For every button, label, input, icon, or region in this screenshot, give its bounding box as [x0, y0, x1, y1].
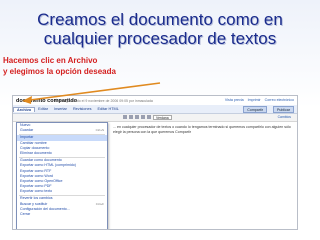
redo-icon[interactable]: [129, 115, 133, 119]
top-links: Vista previa Imprimir Correo electrónico: [225, 98, 294, 102]
file-menu-item-shortcut: Ctrl+S: [95, 128, 104, 133]
file-menu-item-label: Guardar: [20, 128, 34, 133]
menu-insertar[interactable]: Insertar: [51, 107, 70, 111]
instruction-line1: Hacemos clic en Archivo: [3, 56, 98, 65]
save-status: Último guardado el 9 noviembre de 2006 0…: [55, 99, 153, 103]
slide-title-line2: cualquier procesador de textos: [43, 29, 277, 48]
font-select[interactable]: Verdana: [153, 115, 172, 120]
file-menu-item-label: Exportar como texto: [20, 189, 53, 194]
file-menu-item-shortcut: Ctrl+F: [95, 201, 104, 206]
changes-link[interactable]: Cambios: [278, 115, 291, 119]
share-button[interactable]: Compartir: [243, 106, 267, 113]
preview-link[interactable]: Vista previa: [225, 98, 244, 102]
email-link[interactable]: Correo electrónico: [265, 98, 294, 102]
file-menu-dropdown: Nuevo Guardar Ctrl+S Importar Cambiar nombre…: [16, 122, 108, 229]
menu-editar-html[interactable]: Editar HTML: [95, 107, 122, 111]
format-toolbar: Verdana Cambios: [13, 114, 297, 122]
document-body[interactable]: ... en cualquier procesador de textos o …: [113, 125, 293, 135]
file-menu-item[interactable]: Eliminar documento: [17, 151, 107, 156]
file-menu-item[interactable]: Exportar como texto: [17, 189, 107, 194]
publish-button[interactable]: Publicar: [273, 106, 294, 113]
undo-icon[interactable]: [123, 115, 127, 119]
underline-icon[interactable]: [147, 115, 151, 119]
toolbar-icons: [123, 115, 151, 119]
file-menu-item-label: Eliminar documento: [20, 150, 52, 155]
bold-icon[interactable]: [135, 115, 139, 119]
file-menu-item-label: Cerrar: [20, 212, 31, 216]
slide-title-line1: Creamos el documento como en: [37, 10, 283, 29]
print-link[interactable]: Imprimir: [248, 98, 261, 102]
menu-archivo[interactable]: Archivo: [13, 106, 36, 112]
app-screenshot: documento compartido Último guardado el …: [12, 95, 298, 230]
instruction-line2: y elegimos la opción deseada: [3, 67, 116, 76]
slide-title: Creamos el documento como en cualquier p…: [4, 10, 316, 48]
instruction-text: Hacemos clic en Archivo y elegimos la op…: [3, 55, 116, 77]
menu-editar[interactable]: Editar: [35, 107, 51, 111]
file-menu-item[interactable]: Guardar Ctrl+S: [17, 128, 107, 133]
file-menu-item[interactable]: Cerrar: [17, 212, 107, 217]
italic-icon[interactable]: [141, 115, 145, 119]
menu-revisiones[interactable]: Revisiones: [70, 107, 95, 111]
menu-bar: Archivo Editar Insertar Revisiones Edita…: [13, 105, 297, 114]
